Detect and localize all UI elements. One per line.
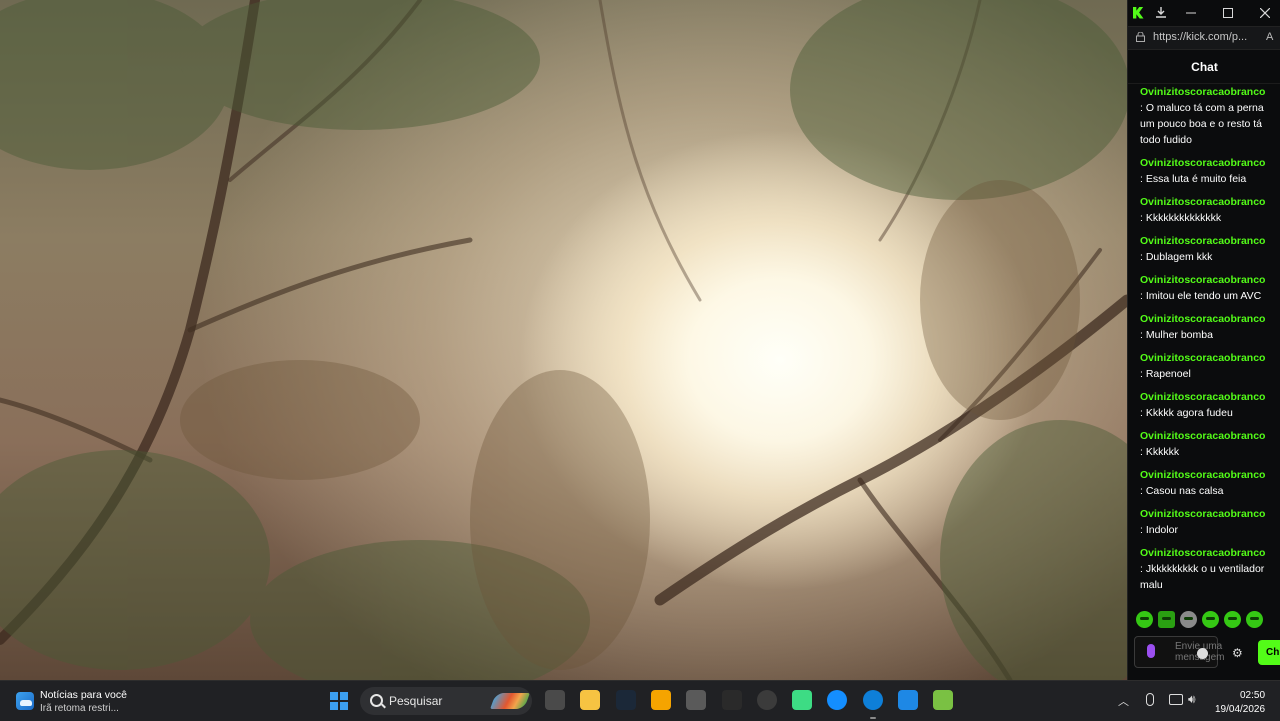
- chat-message-text: : Essa luta é muito feia: [1140, 173, 1247, 185]
- chat-message-text: : Kkkkk agora fudeu: [1140, 407, 1233, 419]
- microphone-icon[interactable]: [1147, 644, 1155, 658]
- clock-date[interactable]: 19/04/2026: [1215, 704, 1265, 715]
- chat-message-text: : Mulher bomba: [1140, 329, 1213, 341]
- news-widget[interactable]: Notícias para você Irã retoma restri...: [12, 686, 172, 716]
- chat-message: Ovinizitoscoracaobranco : Rapenoel: [1128, 350, 1280, 382]
- chat-username[interactable]: Ovinizitoscoracaobranco: [1140, 506, 1273, 522]
- windows-taskbar: Notícias para você Irã retoma restri... …: [0, 680, 1280, 721]
- chat-username[interactable]: Ovinizitoscoracaobranco: [1140, 194, 1273, 210]
- chat-header: Chat: [1128, 50, 1280, 84]
- emote-bar: [1136, 611, 1276, 629]
- task-view-icon[interactable]: [545, 690, 565, 710]
- url-text: https://kick.com/p...: [1153, 31, 1248, 43]
- notepad-icon[interactable]: [898, 690, 918, 710]
- emote-icon[interactable]: [1224, 611, 1241, 628]
- lock-icon: [1136, 32, 1145, 42]
- emote-icon[interactable]: [1136, 611, 1153, 628]
- taskbar-search-box[interactable]: Pesquisar: [360, 687, 532, 715]
- chat-username[interactable]: Ovinizitoscoracaobranco: [1140, 467, 1273, 483]
- search-icon: [370, 694, 383, 707]
- chat-message-input[interactable]: Envie uma mensagem: [1134, 636, 1224, 668]
- kick-chat-window: https://kick.com/p... A Chat Ovinizitosc…: [1127, 0, 1280, 680]
- steam-icon[interactable]: [615, 690, 636, 710]
- chat-username[interactable]: Ovinizitoscoracaobranco: [1140, 272, 1273, 288]
- clock-time[interactable]: 02:50: [1240, 690, 1265, 701]
- chat-messages-list[interactable]: Ovinizitoscoracaobranco : O maluco tá com…: [1128, 80, 1280, 600]
- kick-logo-icon: [1131, 4, 1145, 21]
- chat-message: Ovinizitoscoracaobranco : Kkkkkkkkkkkkkk: [1128, 194, 1280, 226]
- chat-message: Ovinizitoscoracaobranco : Jkkkkkkkkk o u …: [1128, 545, 1280, 593]
- settings-gear-icon[interactable]: [686, 690, 707, 710]
- bluestacks-icon[interactable]: [933, 690, 954, 710]
- chat-message: Ovinizitoscoracaobranco : Imitou ele tend…: [1128, 272, 1280, 304]
- rockstar-launcher-icon[interactable]: [650, 690, 671, 710]
- network-icon[interactable]: [1169, 694, 1183, 705]
- chat-message: Ovinizitoscoracaobranco : Essa luta é mui…: [1128, 155, 1280, 187]
- epic-games-icon[interactable]: [721, 690, 742, 710]
- emote-icon[interactable]: [1180, 611, 1197, 628]
- read-aloud-icon[interactable]: A: [1266, 31, 1273, 43]
- chat-settings-icon[interactable]: ⚙: [1232, 646, 1243, 660]
- tree-branches: [0, 0, 1127, 680]
- chat-message: Ovinizitoscoracaobranco : Indolor: [1128, 506, 1280, 538]
- file-explorer-icon[interactable]: [580, 690, 601, 710]
- chat-username[interactable]: Ovinizitoscoracaobranco: [1140, 155, 1273, 171]
- chat-username[interactable]: Ovinizitoscoracaobranco: [1140, 389, 1273, 405]
- close-button[interactable]: [1258, 4, 1272, 21]
- android-studio-icon[interactable]: [792, 690, 813, 710]
- chat-message-text: : Kkkkkk: [1140, 446, 1180, 458]
- chat-message-text: : Casou nas calsa: [1140, 485, 1224, 497]
- battle-net-icon[interactable]: [827, 690, 848, 710]
- url-bar[interactable]: https://kick.com/p... A: [1128, 26, 1280, 50]
- chat-message-text: : Dublagem kkk: [1140, 251, 1213, 263]
- chat-message: Ovinizitoscoracaobranco : Casou nas calsa: [1128, 467, 1280, 499]
- chat-username[interactable]: Ovinizitoscoracaobranco: [1140, 545, 1273, 561]
- chat-username[interactable]: Ovinizitoscoracaobranco: [1140, 233, 1273, 249]
- chat-message-text: : Imitou ele tendo um AVC: [1140, 290, 1262, 302]
- chat-username[interactable]: Ovinizitoscoracaobranco: [1140, 428, 1273, 444]
- news-title: Notícias para você: [40, 689, 127, 701]
- chat-message-text: : Rapenoel: [1140, 368, 1191, 380]
- windows-start-icon[interactable]: [330, 692, 348, 710]
- chat-message-text: : O maluco tá com a perna um pouco boa e…: [1140, 102, 1264, 146]
- chat-message-text: : Jkkkkkkkkk o u ventilador malu: [1140, 563, 1265, 591]
- emoji-icon[interactable]: [1197, 648, 1208, 659]
- microphone-tray-icon[interactable]: [1146, 693, 1154, 706]
- tray-chevron-icon[interactable]: ︿: [1118, 693, 1129, 709]
- active-app-indicator: [869, 717, 876, 719]
- emote-icon[interactable]: [1158, 611, 1175, 628]
- chat-username[interactable]: Ovinizitoscoracaobranco: [1140, 350, 1273, 366]
- chat-message: Ovinizitoscoracaobranco : Kkkkkk: [1128, 428, 1280, 460]
- emote-icon[interactable]: [1246, 611, 1263, 628]
- maximize-button[interactable]: [1221, 4, 1235, 21]
- chat-message: Ovinizitoscoracaobranco : Dublagem kkk: [1128, 233, 1280, 265]
- desktop-wallpaper: [0, 0, 1280, 680]
- obs-studio-icon[interactable]: [756, 690, 777, 710]
- weather-news-icon: [16, 692, 34, 710]
- volume-icon[interactable]: 🔊︎: [1188, 692, 1196, 707]
- chat-message-text: : Kkkkkkkkkkkkkk: [1140, 212, 1222, 224]
- chat-send-button[interactable]: Ch: [1258, 640, 1280, 665]
- chat-input-row: Envie uma mensagem ⚙ Ch: [1134, 636, 1280, 670]
- search-highlight-icon: [490, 693, 530, 709]
- download-icon[interactable]: [1154, 4, 1168, 21]
- minimize-button[interactable]: [1184, 4, 1198, 21]
- chat-message-text: : Indolor: [1140, 524, 1178, 536]
- emote-icon[interactable]: [1202, 611, 1219, 628]
- chat-message: Ovinizitoscoracaobranco : O maluco tá com…: [1128, 84, 1280, 148]
- edge-icon[interactable]: [862, 690, 883, 710]
- search-placeholder: Pesquisar: [389, 694, 443, 708]
- chat-username[interactable]: Ovinizitoscoracaobranco: [1140, 84, 1273, 100]
- chat-message: Ovinizitoscoracaobranco : Mulher bomba: [1128, 311, 1280, 343]
- window-titlebar: [1128, 0, 1280, 26]
- chat-message: Ovinizitoscoracaobranco : Kkkkk agora fud…: [1128, 389, 1280, 421]
- news-subtitle: Irã retoma restri...: [40, 703, 119, 714]
- chat-username[interactable]: Ovinizitoscoracaobranco: [1140, 311, 1273, 327]
